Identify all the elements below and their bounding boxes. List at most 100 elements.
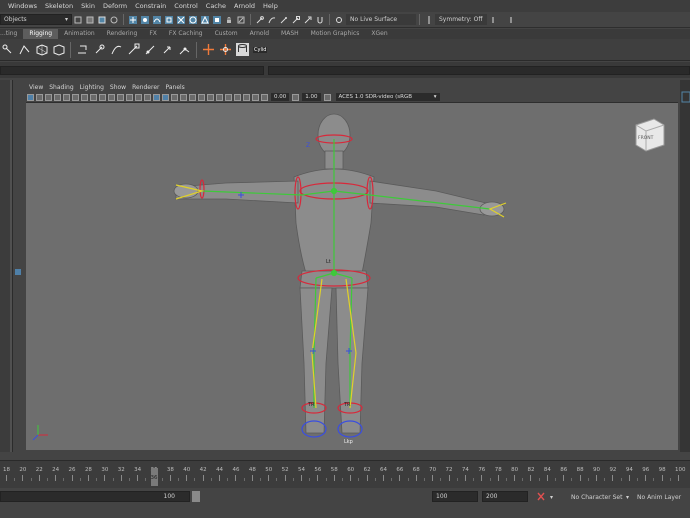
render-icon[interactable] (507, 16, 515, 24)
panel-menu-show[interactable]: Show (107, 84, 129, 91)
ik-handle-icon[interactable] (18, 43, 31, 56)
panel-menu-view[interactable]: View (26, 84, 46, 91)
select-rendering-icon[interactable] (201, 15, 209, 24)
gamma-field[interactable]: 1.00 (302, 93, 321, 101)
snap-live-icon[interactable] (304, 16, 312, 24)
use-lights-icon[interactable] (180, 93, 187, 101)
camera-attributes-icon[interactable] (36, 93, 43, 101)
snap-view-plane-icon[interactable] (292, 15, 300, 24)
bind-skin-icon[interactable] (76, 43, 89, 56)
lock-selection-icon[interactable] (225, 16, 233, 24)
isolate-select-icon[interactable] (234, 93, 241, 101)
viewport-scene[interactable]: Z Lt TR TR Lkp FRONT (26, 103, 678, 450)
command-input[interactable] (0, 66, 264, 75)
smooth-shade-icon[interactable] (153, 93, 160, 101)
copy-weights-icon[interactable] (178, 43, 191, 56)
range-end-handle[interactable] (192, 491, 200, 502)
panel-menu-lighting[interactable]: Lighting (77, 84, 107, 91)
film-gate-icon[interactable] (90, 93, 97, 101)
lattice-icon[interactable] (52, 43, 65, 56)
tab-motion-graphics[interactable]: Motion Graphics (305, 29, 366, 39)
ambient-occlusion-icon[interactable] (198, 93, 205, 101)
tab-rendering[interactable]: Rendering (101, 29, 144, 39)
menu-control[interactable]: Control (170, 2, 202, 10)
select-surfaces-icon[interactable] (165, 15, 173, 24)
panel-menu-panels[interactable]: Panels (162, 84, 187, 91)
tab-mash[interactable]: MASH (275, 29, 305, 39)
grease-pencil-icon[interactable] (72, 93, 79, 101)
ik-spline-icon[interactable] (110, 43, 123, 56)
menu-constrain[interactable]: Constrain (131, 2, 170, 10)
symmetry-dropdown[interactable]: Symmetry: Off (435, 14, 487, 25)
character-set-dropdown[interactable]: No Character Set (571, 494, 622, 501)
tab-xgen[interactable]: XGen (365, 29, 393, 39)
locator-icon[interactable] (202, 43, 215, 56)
cluster-icon[interactable] (219, 43, 232, 56)
view-cube[interactable]: FRONT (635, 118, 665, 152)
detach-skin-icon[interactable] (144, 43, 157, 56)
menu-skeleton[interactable]: Skeleton (41, 2, 77, 10)
character-mesh[interactable] (173, 113, 505, 434)
panel-menu-renderer[interactable]: Renderer (129, 84, 162, 91)
menu-skin[interactable]: Skin (77, 2, 99, 10)
snap-point-icon[interactable] (280, 16, 288, 24)
hierarchy-mode-icon[interactable] (74, 16, 82, 24)
safe-action-icon[interactable] (126, 93, 133, 101)
color-space-dropdown[interactable]: ACES 1.0 SDR-video (sRGB ▾ (335, 93, 440, 101)
grid-toggle-icon[interactable] (81, 93, 88, 101)
object-mode-icon[interactable] (86, 16, 94, 24)
tab-custom[interactable]: Custom (209, 29, 244, 39)
motion-blur-icon[interactable] (207, 93, 214, 101)
anti-aliasing-icon[interactable] (216, 93, 223, 101)
xray-joints-icon[interactable] (252, 93, 259, 101)
field-chart-icon[interactable] (117, 93, 124, 101)
exposure-field[interactable]: 0.00 (271, 93, 290, 101)
cube-grid-icon[interactable] (35, 43, 48, 56)
gate-mask-icon[interactable] (108, 93, 115, 101)
magnet-icon[interactable] (316, 16, 324, 24)
perspective-viewport[interactable]: Z Lt TR TR Lkp FRONT (26, 103, 678, 450)
snap-curve-icon[interactable] (268, 16, 276, 24)
select-joints-icon[interactable] (141, 15, 149, 24)
component-mode-icon[interactable] (98, 16, 106, 24)
panel-menu-shading[interactable]: Shading (46, 84, 76, 91)
select-curves-icon[interactable] (153, 15, 161, 24)
time-slider[interactable]: 18 20 22 24 26 28 30 32 34 36 38 40 42 44 46 48 50 52 54 56… (0, 460, 690, 488)
wireframe-icon[interactable] (144, 93, 151, 101)
bookmarks-icon[interactable] (45, 93, 52, 101)
exposure-icon[interactable] (261, 93, 268, 101)
2d-pan-zoom-icon[interactable] (63, 93, 70, 101)
character-set-icon[interactable] (537, 492, 545, 501)
textured-icon[interactable] (171, 93, 178, 101)
tab-animation[interactable]: Animation (58, 29, 101, 39)
pick-mask-icon[interactable] (110, 16, 118, 24)
tab-modeling[interactable]: ...ting (0, 29, 23, 39)
select-misc-icon[interactable] (213, 15, 221, 24)
live-surface-icon[interactable] (335, 16, 343, 24)
mirror-weights-icon[interactable] (161, 43, 174, 56)
channel-box-icon[interactable] (681, 90, 690, 104)
paint-weights-icon[interactable] (93, 43, 106, 56)
attribute-editor-strip[interactable] (680, 80, 690, 452)
skin-deformer-icon[interactable] (127, 43, 140, 56)
wireframe-on-shaded-icon[interactable] (162, 93, 169, 101)
tab-fx[interactable]: FX (143, 29, 163, 39)
menu-help[interactable]: Help (259, 2, 282, 10)
toolbox-scrollbar[interactable] (10, 80, 12, 452)
symmetry-icon[interactable] (425, 15, 433, 24)
highlight-selection-icon[interactable] (237, 16, 245, 24)
image-plane-icon[interactable] (54, 93, 61, 101)
xray-icon[interactable] (243, 93, 250, 101)
menu-arnold[interactable]: Arnold (230, 2, 259, 10)
safe-title-icon[interactable] (135, 93, 142, 101)
symmetry-axis-icon[interactable] (489, 16, 497, 24)
tab-rigging[interactable]: Rigging (23, 29, 59, 39)
select-handles-icon[interactable] (129, 15, 137, 24)
menu-windows[interactable]: Windows (0, 2, 41, 10)
select-camera-icon[interactable] (27, 93, 34, 101)
select-deformations-icon[interactable] (177, 15, 185, 24)
cylinder-shelf-icon[interactable] (236, 43, 249, 56)
animation-end-field[interactable]: 100 (432, 491, 478, 502)
range-slider-bar[interactable]: 100 (0, 491, 190, 502)
menu-cache[interactable]: Cache (202, 2, 230, 10)
